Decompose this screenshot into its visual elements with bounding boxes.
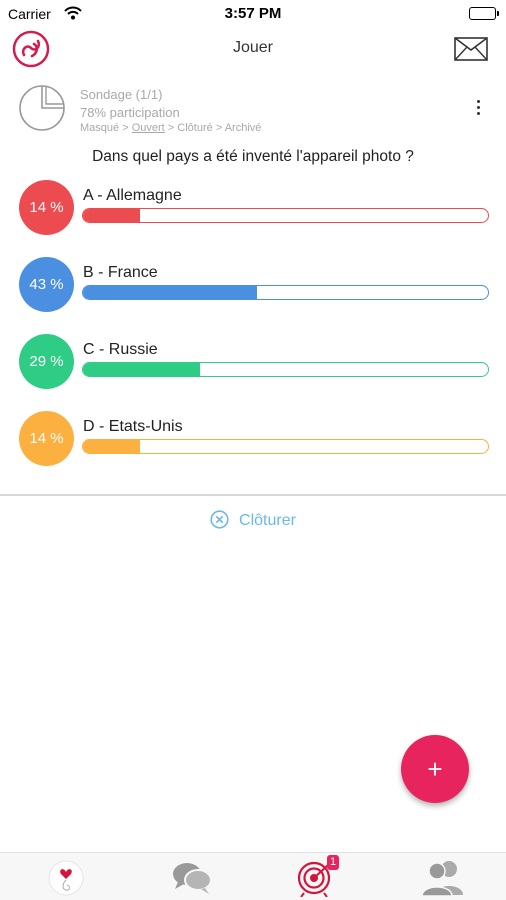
answer-label: B - France — [83, 264, 158, 281]
tab-play[interactable]: 1 — [296, 855, 340, 897]
answer-row[interactable]: 29 % C - Russie — [0, 332, 506, 392]
answer-progress-bar — [82, 362, 489, 377]
battery-icon — [469, 7, 499, 20]
answer-label: A - Allemagne — [83, 187, 182, 204]
tab-users[interactable] — [420, 857, 464, 897]
answer-progress-fill — [83, 209, 140, 222]
breadcrumb-item-cloture[interactable]: Clôturé — [177, 122, 212, 134]
answer-progress-bar — [82, 208, 489, 223]
pie-chart-icon — [18, 84, 66, 132]
users-icon — [420, 857, 464, 897]
breadcrumb-separator: > — [167, 122, 175, 134]
tab-chat[interactable] — [170, 857, 214, 897]
answer-row[interactable]: 14 % D - Etats-Unis — [0, 409, 506, 469]
breadcrumb-item-archive[interactable]: Archivé — [225, 122, 262, 134]
tab-profile[interactable] — [44, 857, 88, 897]
notification-badge: 1 — [327, 855, 339, 870]
close-poll-label: Clôturer — [239, 512, 296, 529]
breadcrumb-item-masque[interactable]: Masqué — [80, 122, 119, 134]
heart-profile-icon — [44, 857, 88, 897]
divider — [0, 494, 506, 496]
answer-percent-badge: 14 % — [19, 180, 74, 235]
poll-participation: 78% participation — [80, 105, 180, 120]
envelope-icon[interactable] — [454, 37, 488, 61]
poll-title: Sondage (1/1) — [80, 87, 163, 102]
breadcrumb-item-ouvert[interactable]: Ouvert — [132, 122, 165, 134]
more-options-icon[interactable] — [474, 100, 482, 120]
answer-label: C - Russie — [83, 341, 158, 358]
answer-progress-fill — [83, 286, 258, 299]
status-bar: Carrier 3:57 PM — [0, 0, 506, 28]
breadcrumb-separator: > — [122, 122, 129, 134]
tab-bar: 1 — [0, 852, 506, 900]
answer-progress-bar — [82, 439, 489, 454]
breadcrumb: Masqué > Ouvert > Clôturé > Archivé — [80, 122, 261, 134]
clock: 3:57 PM — [224, 5, 282, 22]
navigation-bar: Jouer — [0, 28, 506, 72]
close-circle-icon — [210, 510, 229, 529]
answer-label: D - Etats-Unis — [83, 418, 183, 435]
answer-row[interactable]: 43 % B - France — [0, 255, 506, 315]
chat-bubbles-icon — [170, 857, 214, 897]
close-poll-button[interactable]: Clôturer — [0, 510, 506, 534]
poll-question: Dans quel pays a été inventé l'appareil … — [92, 148, 414, 165]
answer-progress-bar — [82, 285, 489, 300]
answer-percent-badge: 14 % — [19, 411, 74, 466]
page-title: Jouer — [232, 39, 274, 56]
breadcrumb-separator: > — [215, 122, 223, 134]
answer-progress-fill — [83, 440, 140, 453]
answer-row[interactable]: 14 % A - Allemagne — [0, 178, 506, 238]
answer-percent-badge: 29 % — [19, 334, 74, 389]
poll-header: Sondage (1/1) 78% participation Masqué >… — [0, 82, 506, 142]
add-button[interactable]: + — [401, 735, 469, 803]
answer-progress-fill — [83, 363, 201, 376]
answer-percent-badge: 43 % — [19, 257, 74, 312]
